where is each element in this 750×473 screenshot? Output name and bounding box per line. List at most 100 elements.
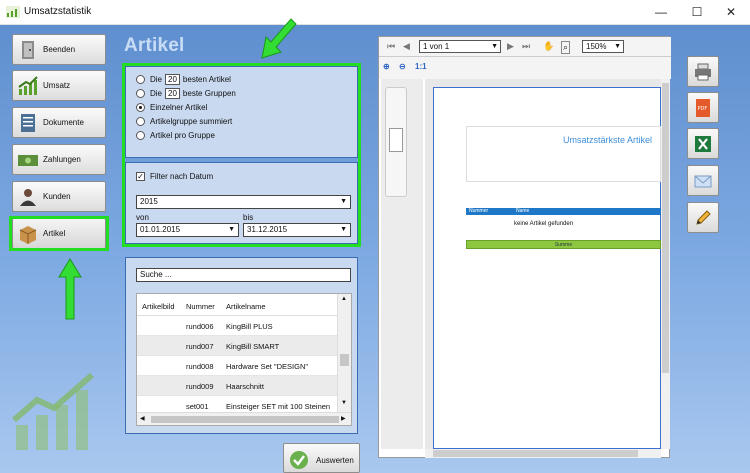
nav-dokumente-button[interactable]: Dokumente: [12, 107, 106, 138]
hand-tool-icon[interactable]: ✋: [543, 41, 554, 52]
scroll-down-icon[interactable]: ▼: [341, 400, 347, 406]
decorative-growth-chart-icon: [12, 372, 94, 450]
table-header: Artikelbild Nummer Artikelname: [137, 294, 337, 316]
pdf-export-button[interactable]: PDF: [687, 92, 719, 123]
cell-name: Haarschnitt: [226, 382, 264, 391]
search-input[interactable]: Suche ...: [136, 268, 351, 282]
thumbnail-slider[interactable]: [385, 87, 407, 197]
pdf-icon: PDF: [696, 99, 710, 117]
excel-export-button[interactable]: [687, 128, 719, 159]
email-button[interactable]: [687, 165, 719, 196]
cell-name: Hardware Set "DESIGN": [226, 362, 309, 371]
nav-label: Dokumente: [43, 118, 84, 127]
viewer-horizontal-scrollbar[interactable]: [425, 449, 661, 458]
page-title: Artikel: [124, 35, 185, 56]
scroll-thumb[interactable]: [151, 416, 339, 423]
edit-button[interactable]: [687, 202, 719, 233]
zoom-reset-button[interactable]: 1:1: [415, 62, 427, 71]
scroll-up-icon[interactable]: ▲: [341, 296, 347, 302]
document-icon: [21, 114, 35, 132]
article-list-panel: Suche ... Artikelbild Nummer Artikelname…: [125, 257, 358, 434]
scroll-left-icon[interactable]: ◀: [140, 415, 145, 422]
first-page-icon[interactable]: ⏮: [387, 41, 395, 52]
maximize-button[interactable]: ☐: [682, 3, 712, 21]
excel-icon: [695, 136, 711, 152]
checkmark-icon: [290, 451, 308, 469]
svg-text:PDF: PDF: [698, 106, 708, 112]
print-button[interactable]: [687, 56, 719, 87]
nav-label: Kunden: [43, 192, 71, 201]
nav-label: Umsatz: [43, 81, 71, 90]
pencil-icon: [696, 210, 711, 225]
table-row[interactable]: rund006 KingBill PLUS: [137, 316, 337, 336]
email-icon: [694, 175, 712, 188]
cell-number: rund006: [186, 322, 214, 331]
thumbnail-pane: [381, 79, 423, 449]
growth-chart-icon: [18, 76, 38, 95]
table-row[interactable]: rund009 Haarschnitt: [137, 376, 337, 396]
scroll-right-icon[interactable]: ▶: [341, 415, 346, 422]
nav-label: Beenden: [43, 45, 76, 54]
nav-beenden-button[interactable]: Beenden: [12, 34, 106, 65]
arrow-down-icon: [261, 18, 297, 59]
nav-umsatz-button[interactable]: Umsatz: [12, 70, 106, 101]
table-row[interactable]: rund007 KingBill SMART: [137, 336, 337, 356]
report-title: Umsatzstärkste Artikel: [562, 135, 652, 145]
zoom-in-icon[interactable]: ⊕: [383, 62, 390, 71]
column-header[interactable]: Nummer: [186, 302, 215, 311]
report-empty-text: keine Artikel gefunden: [514, 221, 574, 227]
report-page: Umsatzstärkste Artikel Nummer Name keine…: [433, 87, 661, 449]
window-title: Umsatzstatistik: [24, 6, 92, 17]
main-area: Beenden Umsatz Dokumente Zahlungen Kunde…: [0, 18, 750, 473]
cell-name: KingBill PLUS: [226, 322, 273, 331]
door-exit-icon: [22, 41, 34, 59]
viewer-vertical-scrollbar[interactable]: [661, 79, 670, 449]
next-page-icon[interactable]: ▶: [507, 41, 514, 52]
zoom-value: 150%: [586, 42, 607, 51]
previous-page-icon[interactable]: ◀: [403, 41, 410, 52]
cell-number: rund007: [186, 342, 214, 351]
zoom-select[interactable]: 150% ▼: [582, 40, 624, 53]
zoom-out-icon[interactable]: ⊖: [399, 62, 406, 71]
column-header[interactable]: Artikelname: [226, 302, 266, 311]
page-indicator: 1 von 1: [423, 42, 450, 51]
scroll-thumb[interactable]: [433, 450, 638, 457]
nav-label: Zahlungen: [43, 155, 81, 164]
user-icon: [20, 189, 36, 206]
last-page-icon[interactable]: ⏭: [522, 41, 530, 52]
table-row[interactable]: rund008 Hardware Set "DESIGN": [137, 356, 337, 376]
minimize-button[interactable]: —: [646, 3, 676, 21]
page-area: Umsatzstärkste Artikel Nummer Name keine…: [425, 79, 661, 449]
report-viewer: ⏮ ◀ 1 von 1 ▼ ▶ ⏭ ✋ ⌕ 150% ▼ ⊕ ⊖ 1:1 Ums…: [378, 36, 671, 458]
report-sum-bar: Summe: [466, 240, 661, 249]
viewer-zoom-bar: ⊕ ⊖ 1:1: [379, 57, 671, 79]
page-thumbnail[interactable]: [389, 128, 403, 152]
viewer-toolbar: ⏮ ◀ 1 von 1 ▼ ▶ ⏭ ✋ ⌕ 150% ▼: [379, 37, 671, 57]
arrow-up-icon: [58, 258, 82, 320]
evaluate-button[interactable]: Auswerten: [283, 443, 360, 473]
cell-name: Einsteiger SET mit 100 Steinen: [226, 402, 331, 411]
close-button[interactable]: ✕: [716, 3, 746, 21]
report-col-name: Name: [516, 208, 530, 214]
chevron-down-icon: ▼: [614, 43, 621, 50]
nav-kunden-button[interactable]: Kunden: [12, 181, 106, 212]
title-bar: Umsatzstatistik — ☐ ✕: [0, 0, 750, 25]
money-icon: [18, 155, 38, 166]
column-header[interactable]: Artikelbild: [142, 302, 175, 311]
article-table: Artikelbild Nummer Artikelname rund006 K…: [136, 293, 352, 426]
report-title-box: Umsatzstärkste Artikel: [466, 126, 661, 182]
zoom-select-tool-icon[interactable]: ⌕: [561, 41, 571, 54]
evaluate-label: Auswerten: [316, 456, 354, 465]
report-col-number: Nummer: [469, 208, 489, 214]
table-horizontal-scrollbar[interactable]: ◀ ▶: [137, 412, 351, 425]
scroll-thumb[interactable]: [340, 354, 349, 366]
printer-icon: [695, 63, 711, 81]
cell-number: rund009: [186, 382, 214, 391]
scroll-thumb[interactable]: [662, 83, 669, 373]
report-table-header: Nummer Name: [466, 208, 661, 215]
nav-zahlungen-button[interactable]: Zahlungen: [12, 144, 106, 175]
page-selector[interactable]: 1 von 1 ▼: [419, 40, 501, 53]
chevron-down-icon: ▼: [491, 43, 498, 50]
app-chart-icon: [6, 6, 20, 18]
table-vertical-scrollbar[interactable]: ▲ ▼: [337, 294, 351, 412]
